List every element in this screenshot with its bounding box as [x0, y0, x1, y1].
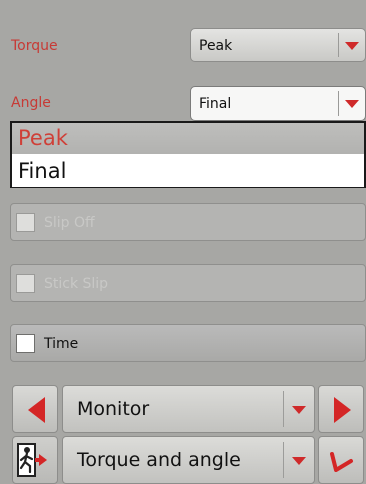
- angle-label: Angle: [11, 95, 51, 111]
- select-divider: [283, 391, 284, 427]
- mode-select[interactable]: Monitor: [62, 385, 315, 433]
- checkbox-label: Time: [44, 336, 79, 352]
- chevron-down-icon: [292, 406, 306, 414]
- mode-select-value: Monitor: [77, 398, 150, 420]
- checkbox[interactable]: [16, 213, 35, 232]
- dropdown-option-final[interactable]: Final: [12, 156, 364, 187]
- next-button[interactable]: [318, 385, 364, 433]
- select-divider: [338, 33, 339, 57]
- checkbox-label: Slip Off: [44, 215, 95, 231]
- arrow-left-icon: [28, 397, 45, 423]
- checkbox-label: Stick Slip: [44, 276, 109, 292]
- torque-select[interactable]: Peak: [190, 28, 366, 62]
- settings-screen: Torque Peak Angle Final Peak Final Slip …: [0, 0, 366, 484]
- arrow-right-icon: [334, 397, 351, 423]
- checkbox-row-stick-slip[interactable]: Stick Slip: [10, 264, 366, 302]
- torque-label: Torque: [11, 38, 58, 54]
- torque-select-value: Peak: [199, 38, 233, 54]
- angle-select[interactable]: Final: [190, 86, 366, 121]
- select-divider: [338, 91, 339, 116]
- checkbox[interactable]: [16, 334, 35, 353]
- checkmark-icon: [330, 452, 353, 472]
- angle-select-value: Final: [199, 96, 232, 112]
- selection-select-value: Torque and angle: [77, 449, 241, 471]
- chevron-down-icon: [345, 100, 359, 108]
- exit-person-icon: [17, 443, 47, 477]
- chevron-down-icon: [292, 457, 306, 465]
- selection-select[interactable]: Torque and angle: [62, 436, 315, 484]
- prev-button[interactable]: [12, 385, 58, 433]
- checkbox[interactable]: [16, 274, 35, 293]
- checkbox-row-time[interactable]: Time: [10, 324, 366, 362]
- checkbox-row-slip-off[interactable]: Slip Off: [10, 203, 366, 241]
- chevron-down-icon: [345, 42, 359, 50]
- confirm-button[interactable]: [318, 436, 364, 484]
- exit-button[interactable]: [12, 436, 58, 484]
- select-divider: [283, 442, 284, 478]
- dropdown-option-peak[interactable]: Peak: [12, 123, 364, 154]
- angle-dropdown-list: Peak Final: [10, 121, 366, 188]
